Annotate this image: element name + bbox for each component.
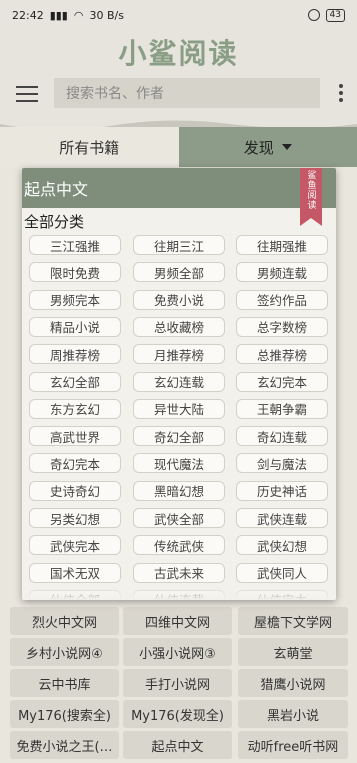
scroll-fade xyxy=(22,582,336,600)
source-item[interactable]: 小强小说网③ xyxy=(123,638,232,666)
category-chip[interactable]: 剑与魔法 xyxy=(236,453,328,474)
category-chip[interactable]: 三江强推 xyxy=(29,235,121,255)
category-popup: 起点中文 鲨鱼阅读 全部分类 三江强推 往期三江 往期强推限时免费 男频全部 男频连载男… xyxy=(22,168,336,600)
category-chip[interactable]: 史诗奇幻 xyxy=(29,480,121,501)
menu-icon[interactable] xyxy=(16,86,38,102)
source-item[interactable]: 云中书库 xyxy=(10,669,119,697)
category-chip[interactable]: 往期三江 xyxy=(133,235,225,255)
category-chip[interactable]: 奇幻全部 xyxy=(133,426,225,447)
app-title: 小鲨阅读 xyxy=(0,30,357,74)
category-chip[interactable]: 武侠完本 xyxy=(29,535,121,556)
popup-header: 起点中文 鲨鱼阅读 xyxy=(22,168,336,226)
category-chip[interactable]: 周推荐榜 xyxy=(29,344,121,365)
category-chip[interactable]: 男频全部 xyxy=(133,262,225,283)
category-chip[interactable]: 武侠全部 xyxy=(133,508,225,528)
signal-icon: ▮▮▮ xyxy=(49,8,68,22)
clock: 22:42 xyxy=(12,8,44,22)
source-item[interactable]: 烈火中文网 xyxy=(10,607,119,635)
source-item[interactable]: 屋檐下文学网 xyxy=(238,607,348,635)
category-chip[interactable]: 现代魔法 xyxy=(133,453,225,474)
category-chip[interactable]: 武侠连载 xyxy=(236,508,328,528)
category-chip[interactable]: 奇幻连载 xyxy=(236,426,328,447)
source-item[interactable]: My176(发现全) xyxy=(123,700,232,728)
tab-all-books-label: 所有书籍 xyxy=(59,138,120,157)
category-chip[interactable]: 限时免费 xyxy=(29,262,121,283)
category-chip[interactable]: 玄幻全部 xyxy=(29,371,121,392)
category-chip[interactable]: 总推荐榜 xyxy=(236,344,328,365)
source-item[interactable]: 免费小说之王(… xyxy=(10,731,119,759)
category-chip[interactable]: 男频完本 xyxy=(29,289,121,310)
category-chip[interactable]: 玄幻连载 xyxy=(133,371,225,392)
category-chip[interactable]: 另类幻想 xyxy=(29,508,121,528)
tab-discover[interactable]: 发现 xyxy=(178,127,357,167)
top-bar: 搜索书名、作者 xyxy=(0,74,357,114)
category-chip[interactable]: 黑暗幻想 xyxy=(133,480,225,501)
category-chip[interactable]: 总收藏榜 xyxy=(133,316,225,337)
category-chip[interactable]: 签约作品 xyxy=(236,289,328,310)
source-item[interactable]: 黑岩小说 xyxy=(238,700,348,728)
source-item[interactable]: 动听free听书网 xyxy=(238,731,348,759)
category-chip[interactable]: 异世大陆 xyxy=(133,398,225,419)
source-item[interactable]: 乡村小说网④ xyxy=(10,638,119,666)
status-bar: 22:42 ▮▮▮ ◠ 30 B/s 43 xyxy=(0,0,357,30)
section-title: 全部分类 xyxy=(24,212,85,231)
category-chip[interactable]: 精品小说 xyxy=(29,316,121,337)
category-chip[interactable]: 武侠同人 xyxy=(236,562,328,583)
wifi-icon: ◠ xyxy=(73,8,84,22)
dropdown-arrow-icon xyxy=(281,144,292,150)
bookmark-label: 鲨鱼阅读 xyxy=(305,170,316,210)
category-chip[interactable]: 总字数榜 xyxy=(236,316,328,337)
bookmark-ribbon: 鲨鱼阅读 xyxy=(300,168,322,226)
category-chip[interactable]: 国术无双 xyxy=(29,562,121,583)
category-chip[interactable]: 武侠幻想 xyxy=(236,535,328,556)
source-item[interactable]: My176(搜索全) xyxy=(10,700,119,728)
category-chip[interactable]: 玄幻完本 xyxy=(236,371,328,392)
source-item[interactable]: 起点中文 xyxy=(123,731,232,759)
network-speed: 30 B/s xyxy=(89,8,124,22)
category-chip[interactable]: 免费小说 xyxy=(133,289,225,310)
search-input[interactable]: 搜索书名、作者 xyxy=(54,78,320,108)
more-options-icon[interactable] xyxy=(339,84,343,102)
source-item[interactable]: 玄萌堂 xyxy=(238,638,348,666)
source-item[interactable]: 四维中文网 xyxy=(123,607,232,635)
category-chip[interactable]: 往期强推 xyxy=(236,235,328,255)
category-chip[interactable]: 月推荐榜 xyxy=(133,344,225,365)
battery-indicator: 43 xyxy=(325,8,345,22)
category-chip[interactable]: 男频连载 xyxy=(236,262,328,283)
category-chip[interactable]: 高武世界 xyxy=(29,426,121,447)
nfc-icon xyxy=(307,9,320,21)
source-name: 起点中文 xyxy=(24,180,89,199)
category-chip[interactable]: 奇幻完本 xyxy=(29,453,121,474)
category-chip[interactable]: 传统武侠 xyxy=(133,535,225,556)
tab-bar: 所有书籍 发现 xyxy=(0,127,357,167)
source-item[interactable]: 猎鹰小说网 xyxy=(238,669,348,697)
tab-all-books[interactable]: 所有书籍 xyxy=(0,127,179,167)
search-placeholder: 搜索书名、作者 xyxy=(66,86,164,102)
source-item[interactable]: 手打小说网 xyxy=(123,669,232,697)
tab-discover-label: 发现 xyxy=(243,138,274,157)
category-chip[interactable]: 古武未来 xyxy=(133,562,225,583)
category-chip[interactable]: 王朝争霸 xyxy=(236,398,328,419)
category-chip[interactable]: 历史神话 xyxy=(236,480,328,501)
category-chip[interactable]: 东方玄幻 xyxy=(29,398,121,419)
